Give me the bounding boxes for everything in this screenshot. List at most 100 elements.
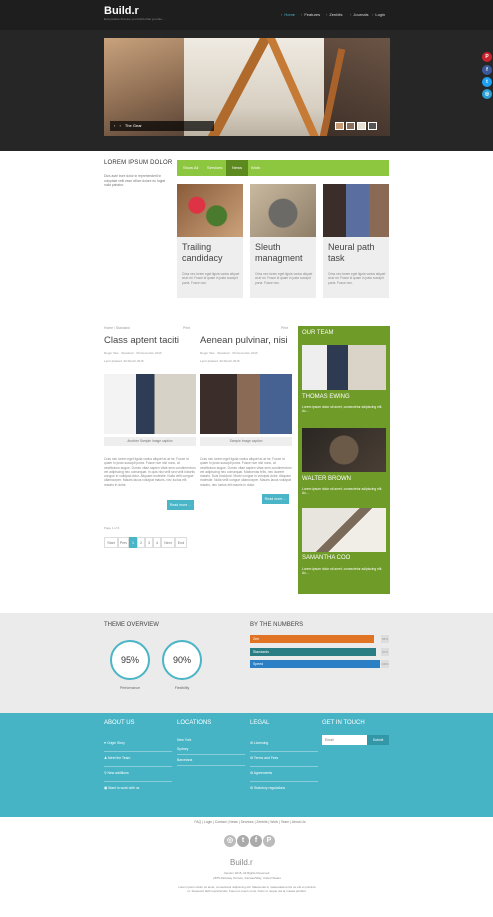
slider-caption: The Gear	[124, 123, 142, 128]
footer-legal-item[interactable]: ⚙ Statutory regulations	[250, 786, 285, 790]
page-4[interactable]: 4	[153, 537, 161, 548]
footer-about-title: ABOUT US	[104, 720, 135, 726]
page-start[interactable]: Start	[104, 537, 118, 548]
breadcrumb[interactable]: Home / Standard	[104, 326, 130, 330]
page-3[interactable]: 3	[145, 537, 153, 548]
slider-thumb[interactable]	[368, 122, 377, 130]
nav-journals[interactable]: Journals	[350, 12, 368, 17]
print-button[interactable]: Print	[281, 326, 288, 330]
slider-thumb[interactable]	[357, 122, 366, 130]
footer-about-item[interactable]: ♥ Origin Story	[104, 741, 125, 745]
print-button[interactable]: Print	[183, 326, 190, 330]
portfolio-card[interactable]: Trailing candidacy Criss nec lorem eget …	[177, 184, 243, 298]
footer-legal-label: Statutory regulations	[253, 786, 286, 790]
newsletter-submit-button[interactable]: Submit	[367, 735, 389, 745]
footer-legal-item[interactable]: ⚙ Licensing	[250, 741, 268, 745]
team-member-name[interactable]: WALTER BROWN	[302, 476, 351, 482]
instagram-icon[interactable]: ◎	[482, 89, 492, 99]
footer-legal-item[interactable]: ⚙ Terms and Fees	[250, 756, 278, 760]
flexibility-circle: 90%	[162, 640, 202, 680]
footer-about-item[interactable]: ♟ Meet the Team	[104, 756, 130, 760]
slider-thumb[interactable]	[335, 122, 344, 130]
divider	[250, 766, 318, 767]
pinterest-icon[interactable]: P	[263, 835, 275, 847]
nav-login[interactable]: Login	[372, 12, 385, 17]
footer-about-label: Meet the Team	[107, 756, 131, 760]
tab-work[interactable]: Work	[245, 160, 266, 176]
twitter-icon[interactable]: t	[482, 77, 492, 87]
divider	[177, 754, 245, 755]
divider	[104, 781, 172, 782]
slider-next-button[interactable]: ›	[119, 123, 120, 128]
card-text: Criss nec lorem eget ligula varius aliqu…	[255, 272, 313, 285]
team-title: OUR TEAM	[302, 330, 334, 336]
read-more-button[interactable]: Read more ...	[167, 500, 194, 510]
footer-about-item[interactable]: ▣ Want to work with us	[104, 786, 139, 790]
post-meta: Roger Tate · Standard · 30 November 2015	[104, 351, 162, 355]
footer-location-item[interactable]: Barcelona	[177, 758, 192, 762]
circle-label: Flexibility	[174, 686, 190, 690]
site-tagline: Everywhere that are you build what you l…	[104, 17, 165, 21]
nav-home[interactable]: Home	[281, 12, 295, 17]
card-text: Criss nec lorem eget ligula varius aliqu…	[182, 272, 240, 285]
bar-percent: 97%	[381, 648, 389, 656]
post-image[interactable]	[104, 374, 196, 434]
page-1[interactable]: 1	[129, 537, 137, 548]
team-member-name[interactable]: SAMANTHA COO	[302, 555, 350, 561]
team-member-desc: Lorem ipsum dolor sit amet, consectetur …	[302, 405, 383, 414]
footer-legal-label: Terms and Fees	[253, 756, 279, 760]
card-title: Neural path task	[328, 242, 375, 263]
read-more-button[interactable]: Read more ...	[262, 494, 289, 504]
footer-legal-item[interactable]: ⚙ Agreements	[250, 771, 272, 775]
divider	[104, 751, 172, 752]
progress-bar-zen: Zen	[250, 635, 374, 643]
footer-legal-label: Agreements	[253, 771, 273, 775]
slider-thumb[interactable]	[346, 122, 355, 130]
footer-about-label: New additions	[107, 771, 129, 775]
team-member-desc: Lorem ipsum dolor sit amet, consectetur …	[302, 487, 383, 496]
bar-percent: 100%	[381, 660, 389, 668]
page-2[interactable]: 2	[137, 537, 145, 548]
team-member-name[interactable]: THOMAS EWING	[302, 394, 350, 400]
twitter-icon[interactable]: t	[237, 835, 249, 847]
overview-title: THEME OVERVIEW	[104, 622, 159, 628]
facebook-icon[interactable]: f	[250, 835, 262, 847]
page-prev[interactable]: Prev	[118, 537, 129, 548]
divider	[177, 765, 245, 766]
circle-label: Performance	[119, 686, 141, 690]
pinterest-icon[interactable]: P	[482, 52, 492, 62]
page-of: Page 1 of 6	[104, 526, 120, 530]
portfolio-card[interactable]: Neural path task Criss nec lorem eget li…	[323, 184, 389, 298]
post-title[interactable]: Aenean pulvinar, nisi	[200, 335, 288, 346]
footer-about-item[interactable]: ⚲ New additions	[104, 771, 129, 775]
card-text: Criss nec lorem eget ligula varius aliqu…	[328, 272, 386, 285]
footer-logo[interactable]: Build.r	[230, 858, 253, 867]
page-end[interactable]: End	[175, 537, 187, 548]
team-photo[interactable]	[302, 428, 386, 472]
tab-services[interactable]: Services	[201, 160, 228, 176]
team-photo[interactable]	[302, 345, 386, 390]
page-next[interactable]: Next	[161, 537, 175, 548]
newsletter-email-input[interactable]	[322, 735, 367, 745]
slider-caption-bar: ‹ › The Gear	[110, 121, 214, 131]
post-updated: Last Updated: 30 March 2015	[104, 359, 144, 363]
lorem-title: LOREM IPSUM DOLOR	[104, 160, 173, 166]
footer-blurb: Lorem ipsum dolor sit amet, consectetur …	[178, 885, 316, 893]
dribbble-icon[interactable]: ◎	[224, 835, 236, 847]
slider-prev-button[interactable]: ‹	[114, 123, 115, 128]
footer-location-item[interactable]: Sydney	[177, 747, 188, 751]
numbers-title: BY THE NUMBERS	[250, 622, 304, 628]
post-title[interactable]: Class aptent taciti	[104, 335, 179, 346]
address: 2875 Parkway Terrace, Kansas/Way, United…	[213, 876, 281, 880]
post-meta: Roger Tate · Standard · 30 November 2015	[200, 351, 258, 355]
post-updated: Last Updated: 30 March 2015	[200, 359, 240, 363]
nav-zenbits[interactable]: Zenbits	[326, 12, 342, 17]
site-logo[interactable]: Build.r	[104, 5, 139, 17]
footer-location-item[interactable]: New York	[177, 738, 191, 742]
post-image[interactable]	[200, 374, 292, 434]
team-photo[interactable]	[302, 508, 386, 552]
nav-features[interactable]: Features	[301, 12, 320, 17]
portfolio-card[interactable]: Sleuth managment Criss nec lorem eget li…	[250, 184, 316, 298]
bottom-nav[interactable]: FAQ | Login | Contact | News | Services …	[175, 820, 325, 824]
facebook-icon[interactable]: f	[482, 65, 492, 75]
